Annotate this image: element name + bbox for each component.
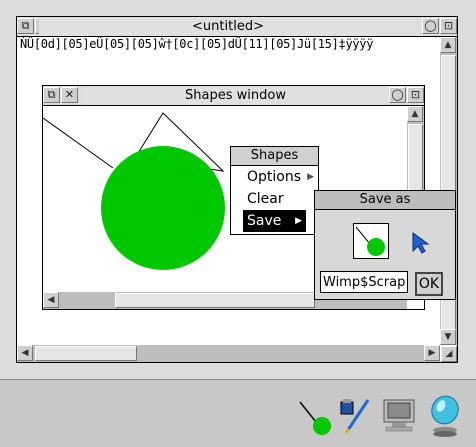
save-as-title: Save as: [315, 191, 455, 210]
untitled-titlebar[interactable]: ⧉ ✕ <untitled> ◯ ⊡: [17, 17, 457, 37]
document-text: ǸÜ[0d][05]eÜ[05][05]ŵ†[0c][05]dÜ[11][05]…: [20, 37, 374, 51]
menu-item-clear[interactable]: Clear: [231, 188, 318, 210]
back-icon[interactable]: ⧉: [17, 18, 34, 34]
discs-icon[interactable]: [428, 394, 462, 438]
scroll-left-icon[interactable]: ◀: [43, 292, 59, 308]
submenu-arrow-icon: ▶: [307, 172, 314, 182]
mouse-pointer-icon: [412, 232, 430, 254]
drag-file-icon[interactable]: [353, 223, 389, 259]
iconise-icon[interactable]: ◯: [422, 18, 439, 34]
menu-item-label: Options: [247, 169, 302, 185]
back-icon[interactable]: ⧉: [43, 87, 60, 103]
scroll-up-icon[interactable]: ▲: [440, 37, 456, 53]
shapes-window-title: Shapes window: [85, 86, 386, 105]
window-title: <untitled>: [39, 17, 417, 36]
scroll-down-icon[interactable]: ▼: [440, 329, 456, 345]
shapes-app-icon[interactable]: [296, 398, 336, 438]
toggle-size-icon[interactable]: ⊡: [440, 18, 457, 34]
ok-button[interactable]: OK: [415, 272, 443, 296]
paint-icon[interactable]: [338, 396, 374, 436]
close-icon[interactable]: ✕: [61, 87, 78, 103]
resize-icon[interactable]: ◢: [441, 346, 457, 362]
shapes-menu: Shapes Options ▶ Clear Save ▶: [230, 146, 319, 235]
scroll-left-icon[interactable]: ◀: [17, 345, 33, 361]
scroll-right-icon[interactable]: ▶: [424, 345, 440, 361]
submenu-arrow-icon: ▶: [295, 216, 302, 226]
horizontal-scroll-thumb[interactable]: [35, 346, 137, 361]
menu-item-options[interactable]: Options ▶: [231, 166, 318, 188]
save-as-dialog: Save as Wimp$Scrap: OK: [314, 190, 456, 300]
menu-item-save[interactable]: Save ▶: [243, 210, 306, 232]
shapes-titlebar[interactable]: ⧉ ✕ Shapes window ◯ ⊡: [43, 86, 424, 106]
horizontal-scrollbar[interactable]: ◀ ▶: [17, 345, 440, 362]
shapes-horizontal-thumb[interactable]: [115, 293, 315, 308]
circle-shape: [101, 146, 225, 270]
menu-title: Shapes: [231, 147, 318, 166]
filename-field[interactable]: Wimp$Scrap:: [320, 271, 408, 293]
menu-item-label: Save: [247, 213, 282, 229]
line-shape: [43, 117, 114, 169]
iconise-icon[interactable]: ◯: [389, 87, 406, 103]
monitor-icon[interactable]: [382, 398, 418, 436]
icon-bar: [0, 379, 476, 447]
toggle-size-icon[interactable]: ⊡: [407, 87, 424, 103]
scroll-up-icon[interactable]: ▲: [407, 106, 423, 122]
menu-item-label: Clear: [247, 191, 284, 207]
